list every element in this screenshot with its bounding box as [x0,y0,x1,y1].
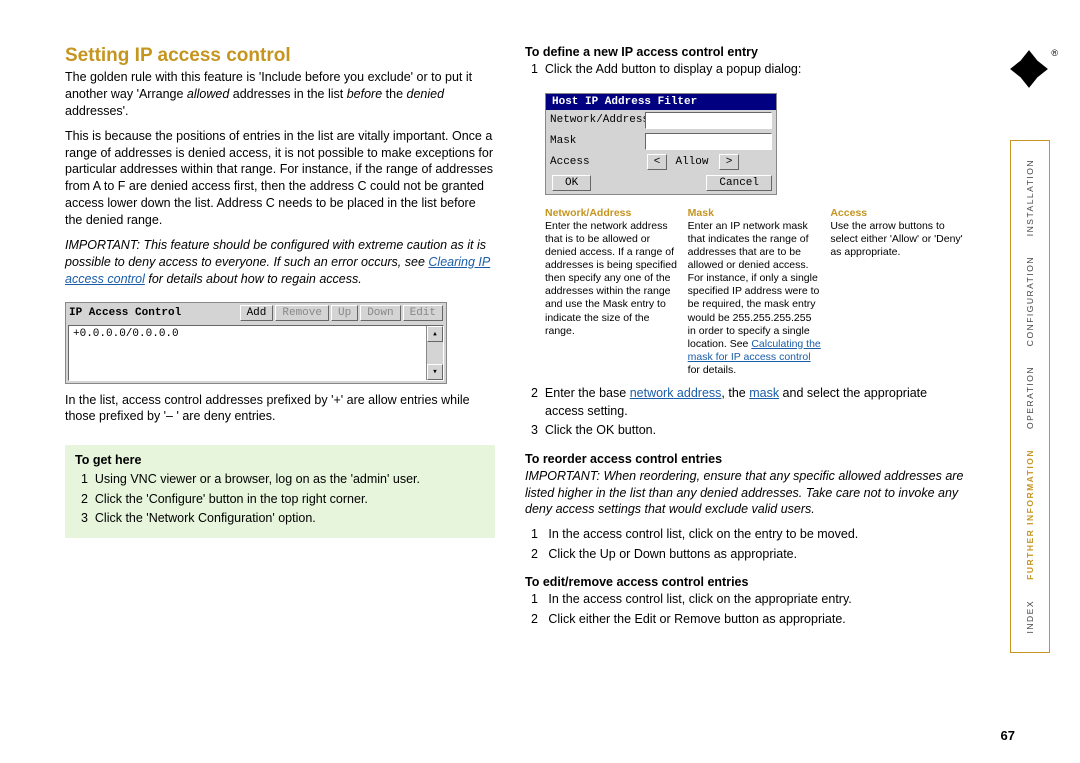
scroll-down-icon[interactable]: ▾ [427,364,443,380]
mask-input[interactable] [645,133,772,150]
to-get-here-box: To get here 1 Using VNC viewer or a brow… [65,445,495,538]
col-access-heading: Access [830,207,965,220]
dialog-title: Host IP Address Filter [546,94,776,110]
edit-title: To edit/remove access control entries [525,575,965,589]
reorder-step-1: 1 In the access control list, click on t… [525,526,965,544]
access-value: Allow [667,156,717,168]
nav-configuration[interactable]: CONFIGURATION [1025,256,1035,346]
network-address-input[interactable] [645,112,772,129]
reorder-step-2: 2 Click the Up or Down buttons as approp… [525,546,965,564]
edit-step-1: 1 In the access control list, click on t… [525,591,965,609]
ok-button[interactable]: OK [552,175,591,191]
down-button[interactable]: Down [360,305,400,321]
prev-arrow-button[interactable]: < [647,154,667,170]
list-entry[interactable]: +0.0.0.0/0.0.0.0 [73,328,179,340]
nav-further-information[interactable]: FURTHER INFORMATION [1025,449,1035,580]
define-step-2: 2 Enter the base network address, the ma… [525,385,965,420]
intro-paragraph-1: The golden rule with this feature is 'In… [65,69,495,120]
intro-paragraph-3: In the list, access control addresses pr… [65,392,495,426]
intro-paragraph-2: This is because the positions of entries… [65,128,495,229]
edit-button[interactable]: Edit [403,305,443,321]
reorder-title: To reorder access control entries [525,452,965,466]
mask-label: Mask [550,135,645,147]
define-title: To define a new IP access control entry [525,45,965,59]
get-here-item: 3 Click the 'Network Configuration' opti… [75,510,485,528]
section-title: Setting IP access control [65,45,495,67]
panel-title: IP Access Control [69,307,238,319]
define-step-3: 3 Click the OK button. [525,422,965,440]
get-here-item: 2 Click the 'Configure' button in the to… [75,491,485,509]
intro-important: IMPORTANT: This feature should be config… [65,237,495,288]
scroll-up-icon[interactable]: ▴ [427,326,443,342]
col-network-heading: Network/Address [545,207,680,220]
ip-access-control-panel: IP Access Control Add Remove Up Down Edi… [65,302,447,384]
edit-step-2: 2 Click either the Edit or Remove button… [525,611,965,629]
mask-link[interactable]: mask [749,386,779,400]
brand-logo-icon [1008,48,1050,90]
field-explanation-columns: Network/Address Enter the network addres… [545,207,965,378]
host-ip-filter-dialog: Host IP Address Filter Network/Address M… [545,93,777,195]
nav-installation[interactable]: INSTALLATION [1025,159,1035,236]
side-navigation: INSTALLATION CONFIGURATION OPERATION FUR… [1010,140,1050,653]
col-mask-heading: Mask [688,207,823,220]
registered-mark: ® [1051,48,1058,58]
get-here-title: To get here [75,453,485,467]
page-number: 67 [1001,728,1015,743]
remove-button[interactable]: Remove [275,305,329,321]
access-control-list[interactable]: +0.0.0.0/0.0.0.0 ▴ ▾ [68,325,444,381]
access-label: Access [550,156,645,168]
network-address-label: Network/Address [550,114,645,126]
next-arrow-button[interactable]: > [719,154,739,170]
get-here-item: 1 Using VNC viewer or a browser, log on … [75,471,485,489]
col-access-text: Use the arrow buttons to select either '… [830,220,962,258]
col-mask-text: Enter an IP network mask that indicates … [688,220,820,350]
define-step-1: 1 Click the Add button to display a popu… [525,61,965,79]
up-button[interactable]: Up [331,305,358,321]
cancel-button[interactable]: Cancel [706,175,772,191]
nav-operation[interactable]: OPERATION [1025,366,1035,429]
add-button[interactable]: Add [240,305,274,321]
reorder-important: IMPORTANT: When reordering, ensure that … [525,468,965,519]
col-network-text: Enter the network address that is to be … [545,220,677,337]
nav-index[interactable]: INDEX [1025,600,1035,633]
scrollbar[interactable]: ▴ ▾ [426,326,443,380]
network-address-link[interactable]: network address [630,386,722,400]
